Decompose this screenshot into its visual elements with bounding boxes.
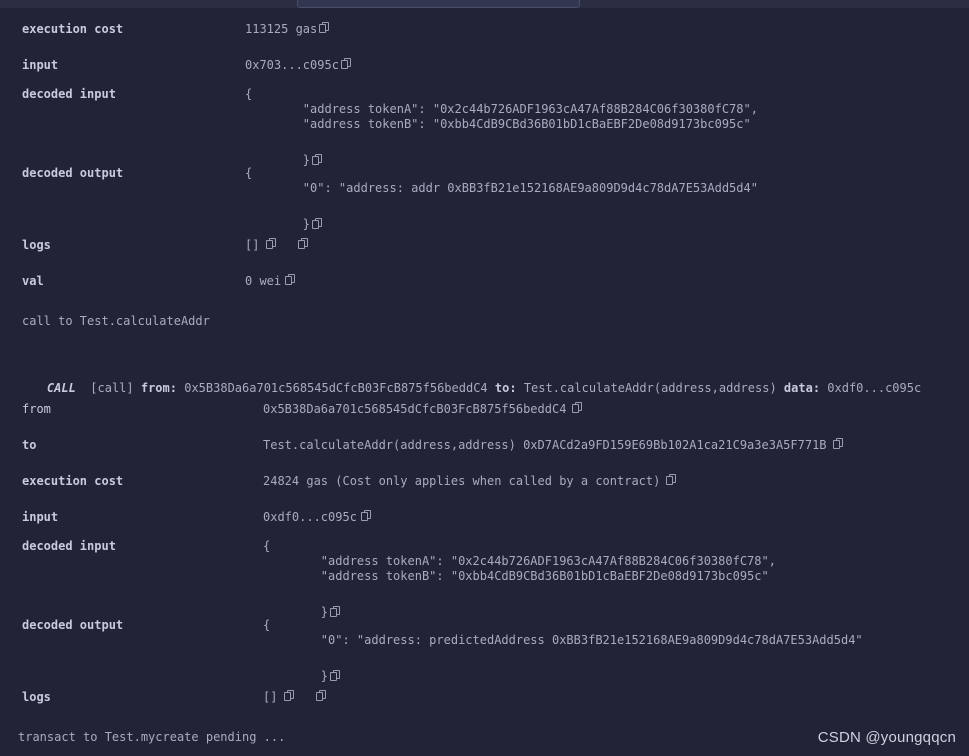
row-value: [] xyxy=(245,238,260,252)
json-open-brace: { xyxy=(263,539,271,553)
row-decoded-output: decoded output { "0": "address: predicte… xyxy=(0,618,969,699)
copy-icon[interactable] xyxy=(312,154,323,166)
row-label: decoded output xyxy=(22,166,124,180)
copy-icon[interactable] xyxy=(312,218,323,230)
row-label: execution cost xyxy=(22,22,124,36)
row-decoded-output: decoded output { "0": "address: addr 0xB… xyxy=(0,166,969,247)
copy-icon[interactable] xyxy=(340,58,352,70)
row-input: input 0xdf0...c095c xyxy=(0,510,969,525)
json-close-brace: } xyxy=(320,605,329,619)
row-value: Test.calculateAddr(address,address) 0xD7… xyxy=(263,438,827,452)
row-logs: logs [] xyxy=(0,238,969,253)
copy-all-icon[interactable] xyxy=(316,690,327,702)
row-label: decoded input xyxy=(22,539,116,553)
row-label: from xyxy=(22,402,51,416)
call-note: call to Test.calculateAddr xyxy=(22,314,210,328)
json-line: "address tokenB": "0xbb4CdB9CBd36B01bD1c… xyxy=(245,117,751,131)
copy-all-icon[interactable] xyxy=(298,238,309,250)
call-to-value: Test.calculateAddr(address,address) xyxy=(523,381,777,395)
row-value: 0x703...c095c xyxy=(245,58,339,72)
copy-icon[interactable] xyxy=(330,670,341,682)
row-label: to xyxy=(22,438,37,452)
row-label: logs xyxy=(22,238,51,252)
row-from: from 0x5B38Da6a701c568545dCfcB03FcB875f5… xyxy=(0,402,969,417)
call-tag: CALL xyxy=(46,381,76,395)
row-value: 0 wei xyxy=(245,274,282,288)
row-value: 113125 gas xyxy=(245,22,318,36)
json-close-brace: } xyxy=(302,153,311,167)
row-label: input xyxy=(22,510,59,524)
copy-icon[interactable] xyxy=(285,274,296,286)
json-line: "0": "address: predictedAddress 0xBB3fB2… xyxy=(263,633,863,647)
copy-icon[interactable] xyxy=(832,438,844,450)
row-label: execution cost xyxy=(22,474,124,488)
top-search-input[interactable] xyxy=(297,0,580,8)
copy-icon[interactable] xyxy=(266,238,277,250)
copy-icon[interactable] xyxy=(330,606,341,618)
decoded-output-block: { "0": "address: predictedAddress 0xBB3f… xyxy=(263,618,863,699)
copy-icon[interactable] xyxy=(360,510,372,522)
watermark: CSDN @youngqqcn xyxy=(817,729,956,746)
call-data-label: data: xyxy=(783,381,821,395)
row-value: 0xdf0...c095c xyxy=(263,510,357,524)
row-value: [] xyxy=(263,690,278,704)
call-data-value: 0xdf0...c095c xyxy=(827,381,922,395)
copy-icon[interactable] xyxy=(319,22,330,34)
json-line: "address tokenA": "0x2c44b726ADF1963cA47… xyxy=(245,102,758,116)
json-line: "0": "address: addr 0xBB3fB21e152168AE9a… xyxy=(245,181,758,195)
row-to: to Test.calculateAddr(address,address) 0… xyxy=(0,438,969,453)
json-open-brace: { xyxy=(245,166,253,180)
copy-icon[interactable] xyxy=(666,474,677,486)
row-label: logs xyxy=(22,690,51,704)
call-to-label: to: xyxy=(494,381,517,395)
json-close-brace: } xyxy=(320,669,329,683)
row-label: decoded output xyxy=(22,618,124,632)
transaction-log-panel[interactable]: execution cost 113125 gas input 0x703...… xyxy=(0,8,969,756)
copy-icon[interactable] xyxy=(284,690,295,702)
row-logs: logs [] xyxy=(0,690,969,705)
pending-note: transact to Test.mycreate pending ... xyxy=(18,730,286,744)
row-label: decoded input xyxy=(22,87,116,101)
decoded-output-block: { "0": "address: addr 0xBB3fB21e152168AE… xyxy=(245,166,758,247)
row-label: val xyxy=(22,274,44,288)
copy-icon[interactable] xyxy=(572,402,583,414)
json-close-brace: } xyxy=(302,217,311,231)
json-line: "address tokenA": "0x2c44b726ADF1963cA47… xyxy=(263,554,776,568)
call-from-value: 0x5B38Da6a701c568545dCfcB03FcB875f56bedd… xyxy=(184,381,488,395)
row-value: 0x5B38Da6a701c568545dCfcB03FcB875f56bedd… xyxy=(263,402,567,416)
call-bracket: [call] xyxy=(90,381,134,395)
row-input: input 0x703...c095c xyxy=(0,58,969,73)
json-line: "address tokenB": "0xbb4CdB9CBd36B01bD1c… xyxy=(263,569,769,583)
row-val: val 0 wei xyxy=(0,274,969,289)
json-open-brace: { xyxy=(263,618,271,632)
row-label: input xyxy=(22,58,59,72)
json-open-brace: { xyxy=(245,87,253,101)
row-execution-cost: execution cost 24824 gas (Cost only appl… xyxy=(0,474,969,489)
row-execution-cost: execution cost 113125 gas xyxy=(0,22,969,37)
row-value: 24824 gas (Cost only applies when called… xyxy=(263,474,661,488)
call-from-label: from: xyxy=(140,381,177,395)
